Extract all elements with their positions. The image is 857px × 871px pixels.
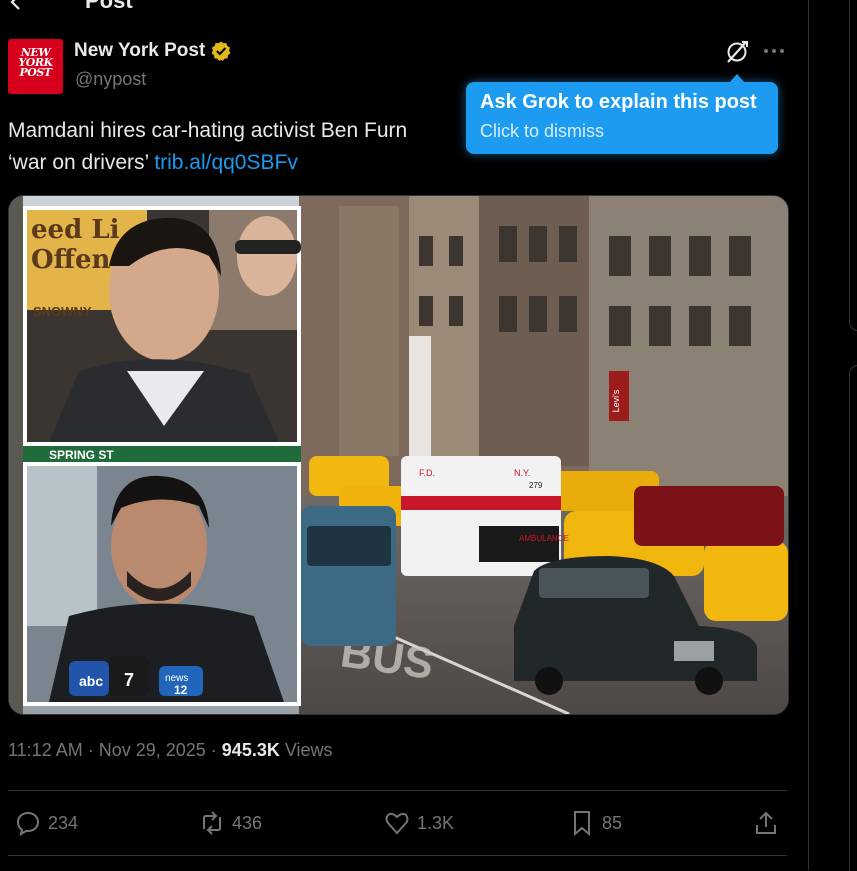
avatar[interactable]: NEW YORK POST (8, 39, 63, 94)
svg-text:abc: abc (79, 673, 103, 689)
grok-icon[interactable] (724, 39, 750, 65)
author-name-row: New York Post (74, 40, 232, 62)
svg-text:12: 12 (174, 683, 188, 697)
reply-icon (16, 811, 40, 837)
back-arrow-icon[interactable] (4, 0, 28, 14)
repost-count: 436 (232, 812, 263, 833)
tweet-timestamp: 11:12 AM · Nov 29, 2025 · 945.3K Views (8, 740, 333, 760)
reply-button[interactable]: 234 (14, 808, 78, 838)
reply-count: 234 (48, 812, 79, 833)
divider (8, 855, 787, 856)
author-handle[interactable]: @nypost (75, 69, 146, 90)
heart-icon (385, 812, 409, 835)
tooltip-dismiss[interactable]: Click to dismiss (480, 121, 604, 142)
tweet-time[interactable]: 11:12 AM (8, 740, 83, 760)
tooltip-title: Ask Grok to explain this post (480, 91, 757, 113)
svg-text:Offen: Offen (31, 245, 111, 275)
share-button[interactable] (752, 808, 780, 838)
author-name[interactable]: New York Post (74, 40, 205, 62)
tweet-date[interactable]: Nov 29, 2025 (99, 740, 206, 760)
share-icon (756, 811, 776, 834)
verified-badge-icon (211, 41, 231, 61)
tooltip-caret (729, 74, 745, 83)
views-count: 945.3K (221, 740, 280, 760)
svg-text:N.Y.: N.Y. (514, 468, 530, 478)
tweet-text-line-2: ‘war on drivers’ (8, 151, 155, 174)
repost-button[interactable]: 436 (198, 808, 262, 838)
grok-tooltip[interactable]: Ask Grok to explain this post Click to d… (466, 74, 778, 154)
tweet-link[interactable]: trib.al/qq0SBFv (154, 151, 298, 174)
top-bar: Post (0, 0, 800, 16)
views-label: Views (284, 740, 333, 760)
svg-text:7: 7 (124, 670, 134, 690)
svg-text:SNOWNY: SNOWNY (33, 304, 92, 319)
svg-text:eed Li: eed Li (31, 215, 120, 245)
tweet-text: Mamdani hires car-hating activist Ben Fu… (8, 115, 488, 179)
divider (8, 790, 787, 791)
bookmark-icon (574, 811, 590, 837)
column-border (808, 0, 809, 870)
tweet-text-line-1: Mamdani hires car-hating activist Ben Fu… (8, 119, 408, 142)
more-options-icon[interactable] (762, 43, 786, 59)
svg-text:AMBULANCE: AMBULANCE (519, 534, 569, 543)
bookmark-button[interactable]: 85 (568, 808, 622, 838)
sidebar-edge (849, 0, 857, 871)
svg-text:Levi's: Levi's (611, 389, 621, 412)
like-count: 1.3K (417, 812, 455, 833)
tweet-media-image[interactable]: Levi's BUS F.D. N.Y. AMBULANCE 279 eed L… (8, 195, 789, 715)
street-collage: Levi's BUS F.D. N.Y. AMBULANCE 279 eed L… (9, 196, 788, 714)
svg-text:SPRING ST: SPRING ST (49, 448, 114, 462)
nypost-logo: NEW YORK POST (18, 46, 53, 79)
svg-text:279: 279 (529, 481, 543, 490)
repost-icon (203, 811, 221, 835)
like-button[interactable]: 1.3K (383, 808, 454, 838)
bookmark-count: 85 (602, 812, 623, 833)
page-title: Post (85, 0, 133, 13)
svg-text:F.D.: F.D. (419, 468, 435, 478)
